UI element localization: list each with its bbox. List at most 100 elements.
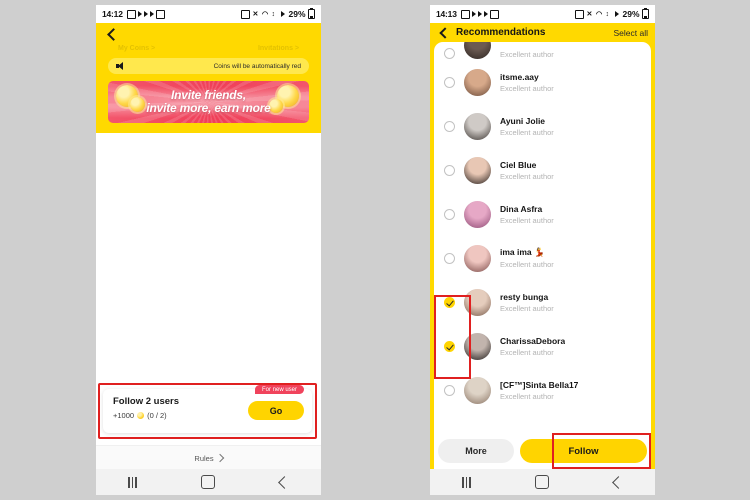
- mute-icon: ✕: [252, 10, 259, 18]
- user-name: itsme.aay: [500, 71, 539, 82]
- checkbox-unchecked[interactable]: [444, 208, 455, 220]
- avatar: [464, 288, 491, 316]
- speaker-icon: [116, 61, 126, 71]
- user-description: Excellent author: [500, 50, 554, 59]
- banner-text: Invite friends, invite more, earn more: [146, 89, 271, 115]
- ghost-tab-my-coins[interactable]: My Coins >: [118, 45, 155, 52]
- checkbox-unchecked[interactable]: [444, 120, 455, 132]
- left-content-area: [96, 133, 321, 385]
- follow-task-card[interactable]: For new user Follow 2 users +1000 (0 / 2…: [103, 385, 312, 433]
- signal-icon: [614, 11, 619, 17]
- user-info: Excellent author: [500, 50, 554, 59]
- user-info: CharissaDebora Excellent author: [500, 336, 565, 357]
- user-name: resty bunga: [500, 291, 549, 302]
- back-arrow-icon[interactable]: [437, 26, 450, 39]
- alarm-icon: [460, 9, 470, 19]
- mute-icon: ✕: [586, 10, 593, 18]
- task-progress: (0 / 2): [147, 411, 167, 420]
- invite-friends-banner[interactable]: Invite friends, invite more, earn more: [108, 81, 309, 123]
- status-time: 14:13: [436, 9, 457, 19]
- back-arrow-icon[interactable]: [104, 27, 120, 43]
- user-name: Ayuni Jolie: [500, 115, 546, 126]
- ghost-tabs-row: My Coins > Invitations >: [104, 43, 313, 52]
- user-name: [CF™]Sinta Bella17: [500, 379, 579, 390]
- user-list-item[interactable]: itsme.aay Excellent author: [434, 60, 651, 104]
- ghost-tab-invitations[interactable]: Invitations >: [258, 45, 299, 52]
- checkbox-unchecked[interactable]: [444, 384, 455, 396]
- user-list-item[interactable]: [CF™]Sinta Bella17 Excellent author: [434, 368, 651, 412]
- avatar: [464, 156, 491, 184]
- left-yellow-header: My Coins > Invitations > Coins will be a…: [96, 23, 321, 133]
- user-list-item[interactable]: resty bunga Excellent author: [434, 280, 651, 324]
- battery-percent: 29%: [288, 9, 306, 19]
- battery-icon: [642, 8, 649, 19]
- user-info: Ayuni Jolie Excellent author: [500, 116, 554, 137]
- user-description: Excellent author: [500, 260, 554, 269]
- play-icon: [483, 11, 488, 17]
- right-android-navbar: [430, 469, 655, 495]
- right-status-bar: 14:13 ✕ ◠ ↕ 29%: [430, 5, 655, 23]
- coin-icon: [137, 412, 145, 419]
- nfc-icon: [240, 9, 250, 19]
- checkbox-unchecked[interactable]: [444, 76, 455, 88]
- nfc-icon: [574, 9, 584, 19]
- more-button[interactable]: More: [438, 439, 514, 463]
- wifi-icon: ◠: [595, 10, 603, 18]
- checkbox-unchecked[interactable]: [444, 252, 455, 264]
- avatar: [464, 112, 491, 140]
- action-footer: More Follow: [430, 433, 655, 469]
- user-list-item[interactable]: Ayuni Jolie Excellent author: [434, 104, 651, 148]
- rules-label: Rules: [194, 453, 214, 463]
- play-icon: [143, 11, 148, 17]
- signal-icon: [280, 11, 285, 17]
- status-left-icons: [460, 9, 499, 19]
- avatar: [464, 68, 491, 96]
- checkbox-checked[interactable]: [444, 296, 455, 308]
- coins-notice-marquee: Coins will be automatically red: [108, 58, 309, 74]
- status-time: 14:12: [102, 9, 123, 19]
- recent-apps-icon[interactable]: [128, 476, 137, 488]
- user-info: itsme.aay Excellent author: [500, 72, 554, 93]
- user-list-item[interactable]: Ciel Blue Excellent author: [434, 148, 651, 192]
- back-icon[interactable]: [277, 475, 291, 489]
- recommendations-list-wrapper: Excellent author itsme.aay Excellent autho…: [430, 42, 655, 469]
- follow-button[interactable]: Follow: [520, 439, 647, 463]
- task-reward: +1000: [113, 411, 135, 420]
- play-icon: [149, 11, 154, 17]
- avatar: [464, 200, 491, 228]
- user-info: Ciel Blue Excellent author: [500, 160, 554, 181]
- status-left-icons: [126, 9, 165, 19]
- avatar: [464, 332, 491, 360]
- home-icon[interactable]: [201, 475, 216, 489]
- left-phone-screen: 14:12 ✕ ◠ ↕ 29% My Coins > Invitations >…: [96, 5, 321, 495]
- select-all-button[interactable]: Select all: [614, 28, 649, 38]
- image-icon: [489, 9, 499, 19]
- data-icon: ↕: [271, 10, 275, 18]
- rules-row[interactable]: Rules: [96, 445, 321, 470]
- user-list-item[interactable]: CharissaDebora Excellent author: [434, 324, 651, 368]
- user-list-item[interactable]: ima ima 💃 Excellent author: [434, 236, 651, 280]
- play-icon: [137, 11, 142, 17]
- user-name: CharissaDebora: [500, 335, 566, 346]
- left-android-navbar: [96, 469, 321, 495]
- user-list-item[interactable]: Dina Asfra Excellent author: [434, 192, 651, 236]
- checkbox-unchecked[interactable]: [444, 48, 455, 59]
- user-name: Ciel Blue: [500, 159, 537, 170]
- play-icon: [471, 11, 476, 17]
- user-description: Excellent author: [500, 83, 554, 93]
- checkbox-checked[interactable]: [444, 340, 455, 352]
- status-right-icons: ✕ ◠ ↕ 29%: [240, 8, 315, 19]
- back-icon[interactable]: [611, 475, 625, 489]
- battery-percent: 29%: [622, 9, 640, 19]
- home-icon[interactable]: [535, 475, 550, 489]
- user-list-item[interactable]: Excellent author: [434, 42, 651, 60]
- go-button[interactable]: Go: [248, 401, 304, 420]
- recent-apps-icon[interactable]: [462, 476, 471, 488]
- left-status-bar: 14:12 ✕ ◠ ↕ 29%: [96, 5, 321, 23]
- alarm-icon: [126, 9, 136, 19]
- user-name: ima ima 💃: [500, 247, 545, 257]
- battery-icon: [308, 8, 315, 19]
- play-icon: [477, 11, 482, 17]
- checkbox-unchecked[interactable]: [444, 164, 455, 176]
- page-title: Recommendations: [456, 27, 546, 38]
